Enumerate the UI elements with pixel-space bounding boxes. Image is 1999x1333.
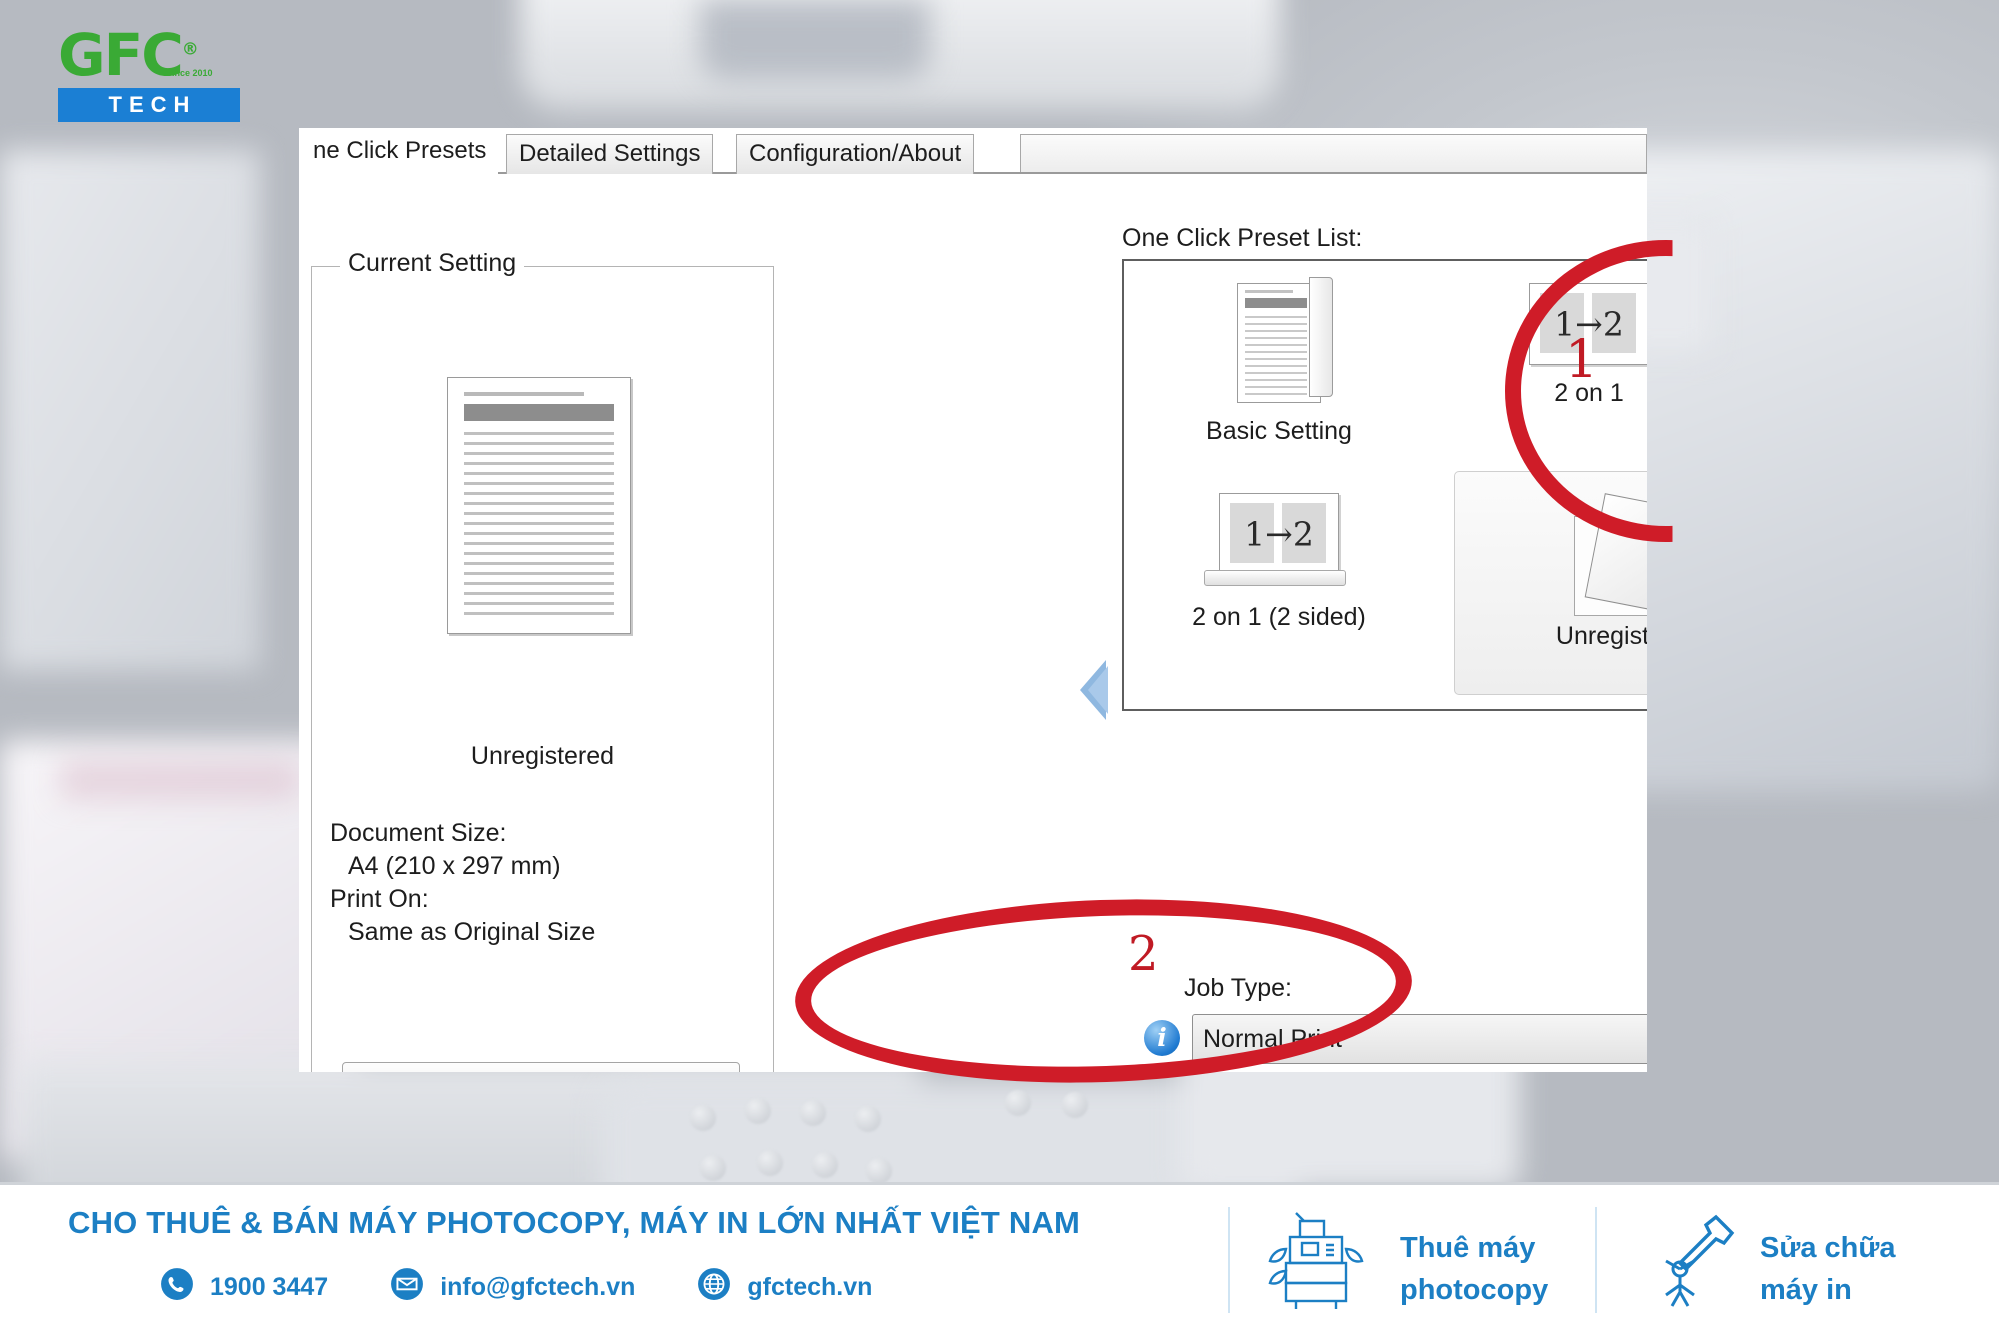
footer-website-text: gfctech.vn [747, 1273, 873, 1301]
footer-service-1-line2: photocopy [1400, 1274, 1549, 1307]
footer-divider-1 [1228, 1207, 1230, 1313]
collapse-arrow-inner-icon [1088, 666, 1108, 714]
print-on-value: Same as Original Size [348, 918, 596, 946]
footer-website[interactable]: gfctech.vn [697, 1267, 872, 1308]
logo-registered-mark: ® [181, 39, 199, 60]
current-setting-details: Document Size: A4 (210 x 297 mm) Print O… [330, 817, 595, 949]
two-on-one-2sided-icon: 1→2 [1204, 493, 1346, 586]
preset-label-basic-setting: Basic Setting [1206, 417, 1352, 445]
globe-icon [697, 1267, 731, 1308]
print-on-label: Print On: [330, 885, 429, 913]
footer-banner: CHO THUÊ & BÁN MÁY PHOTOCOPY, MÁY IN LỚN… [0, 1182, 1999, 1333]
current-preset-name: Unregistered [470, 742, 615, 770]
footer-email[interactable]: info@gfctech.vn [390, 1267, 635, 1308]
tab-one-click-presets[interactable]: ne Click Presets [299, 130, 499, 174]
footer-service-2: Sửa chữa máy in [1760, 1227, 1896, 1311]
document-preview [447, 377, 631, 634]
settings-summary-button[interactable]: Setting S... [342, 1062, 740, 1072]
footer-service-2-line1: Sửa chữa [1760, 1232, 1896, 1264]
footer-phone-text: 1900 3447 [210, 1273, 329, 1301]
logo-text: GFC [58, 21, 184, 89]
footer-email-text: info@gfctech.vn [440, 1273, 636, 1301]
document-size-value: A4 (210 x 297 mm) [348, 852, 561, 880]
footer-divider-2 [1595, 1207, 1597, 1313]
gfc-logo: GFC® Since 2010 TECH [58, 26, 243, 122]
tab-strip-filler [1020, 134, 1647, 174]
preset-item-basic-setting[interactable]: Basic Setting [1144, 277, 1414, 446]
preset-item-2-on-1-2-sided[interactable]: 1→2 2 on 1 (2 sided) [1144, 493, 1414, 632]
footer-service-1-line1: Thuê máy [1400, 1232, 1536, 1264]
preset-label-unregistered: Unregistered [1555, 622, 1647, 650]
tab-detailed-settings[interactable]: Detailed Settings [506, 134, 714, 174]
annotation-number-2: 2 [1128, 926, 1159, 982]
email-icon [390, 1267, 424, 1308]
footer-service-1: Thuê máy photocopy [1400, 1227, 1548, 1311]
document-icon [1237, 277, 1333, 403]
logo-subtitle: TECH [58, 88, 240, 122]
current-setting-legend: Current Setting [340, 249, 525, 278]
logo-since-text: Since 2010 [166, 68, 213, 78]
footer-headline: CHO THUÊ & BÁN MÁY PHOTOCOPY, MÁY IN LỚN… [68, 1205, 1081, 1240]
footer-service-2-line2: máy in [1760, 1274, 1852, 1307]
annotation-number-1: 1 [1565, 330, 1599, 390]
tab-strip: ne Click Presets Detailed Settings Confi… [299, 128, 1647, 174]
copier-icon [1268, 1212, 1364, 1309]
wrench-technician-icon [1665, 1214, 1735, 1307]
preset-label-2-on-1-2-sided: 2 on 1 (2 sided) [1192, 603, 1366, 631]
footer-phone[interactable]: 1900 3447 [160, 1267, 328, 1308]
document-size-label: Document Size: [330, 819, 507, 847]
preset-list-label: One Click Preset List: [1122, 224, 1363, 252]
footer-contacts: 1900 3447 info@gfctech.vn gfctech.vn [160, 1267, 934, 1308]
current-setting-group: Current Setting Unregistered Document Si… [311, 249, 774, 1072]
phone-icon [160, 1267, 194, 1308]
tab-configuration-about[interactable]: Configuration/About [736, 134, 975, 174]
